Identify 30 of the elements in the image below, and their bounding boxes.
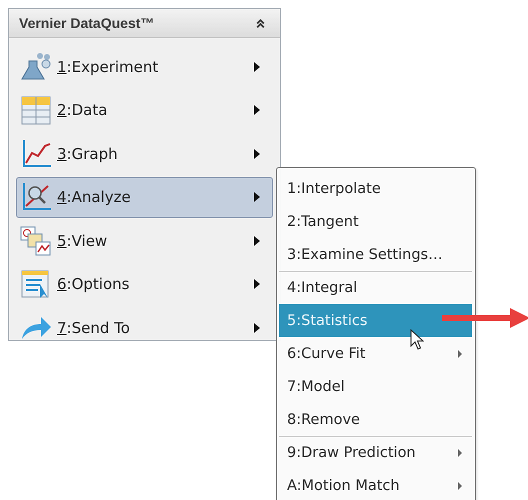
flask-icon — [20, 50, 52, 82]
submenu-item[interactable]: A:Motion Match — [279, 469, 472, 500]
collapse-icon[interactable] — [255, 18, 266, 28]
submenu-item[interactable]: 8:Remove — [279, 403, 472, 436]
menu-item[interactable]: 7:Send To — [16, 307, 273, 348]
menu-item[interactable]: 4:Analyze — [16, 176, 273, 218]
magnifier-graph-icon — [20, 181, 52, 213]
menu-item[interactable]: 5:View — [16, 220, 273, 261]
submenu-item[interactable]: 1:Interpolate — [279, 172, 472, 205]
menu-item-label: 3:Graph — [57, 144, 119, 162]
submenu-item[interactable]: 7:Model — [279, 370, 472, 403]
table-icon — [20, 94, 52, 126]
submenu-item[interactable]: 6:Curve Fit — [279, 337, 472, 370]
mouse-pointer-icon — [410, 329, 424, 351]
menu-item-label: 6:Options — [57, 275, 130, 293]
windows-icon — [20, 224, 52, 256]
menu-item-label: 7:Send To — [57, 318, 131, 336]
menu-item[interactable]: 1:Experiment — [16, 46, 273, 87]
menu-item[interactable]: 3:Graph — [16, 133, 273, 174]
menu-item-label: 5:View — [57, 232, 108, 250]
menu-item[interactable]: 2:Data — [16, 90, 273, 130]
submenu-item[interactable]: 3:Examine Settings… — [279, 238, 472, 271]
panel-title: Vernier DataQuest™ — [19, 15, 154, 31]
submenu-item[interactable]: 2:Tangent — [279, 205, 472, 238]
line-graph-icon — [20, 138, 52, 170]
menu-item-label: 1:Experiment — [57, 58, 160, 76]
submenu-item[interactable]: 9:Draw Prediction — [279, 436, 472, 469]
menu-item-label: 2:Data — [57, 101, 108, 119]
menu-item-label: 4:Analyze — [57, 188, 132, 206]
menu-item[interactable]: 6:Options — [16, 264, 273, 304]
